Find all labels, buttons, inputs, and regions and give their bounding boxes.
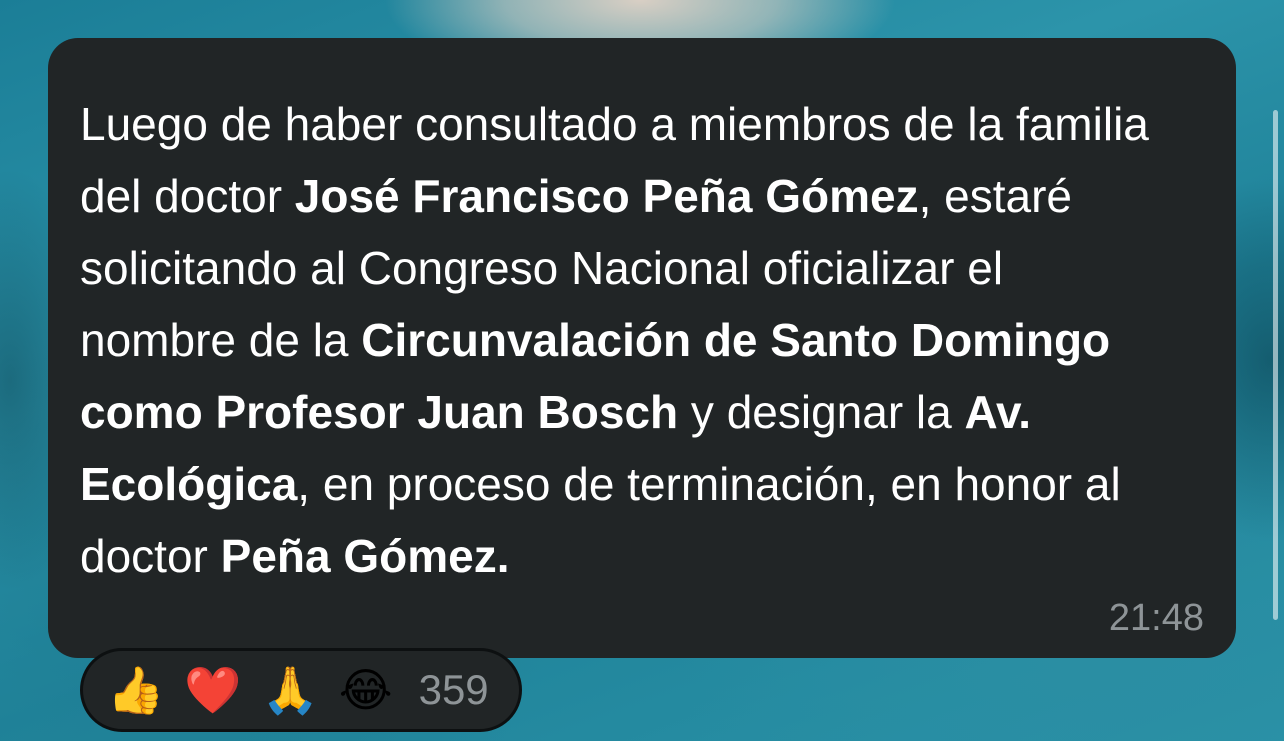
message-segment-bold: Peña Gómez. bbox=[220, 530, 510, 582]
message-segment-bold: José Francisco Peña Gómez bbox=[294, 170, 919, 222]
reaction-count: 359 bbox=[418, 666, 489, 713]
folded-hands-icon: 🙏 bbox=[261, 663, 319, 717]
message-bubble[interactable]: Luego de haber consultado a miembros de … bbox=[48, 38, 1236, 658]
reactions-bar[interactable]: 👍 ❤️ 🙏 😂 359 bbox=[80, 648, 522, 732]
red-heart-icon: ❤️ bbox=[184, 663, 242, 717]
message-timestamp: 21:48 bbox=[1108, 597, 1204, 639]
thumbs-up-icon: 👍 bbox=[107, 663, 165, 717]
message-text: Luego de haber consultado a miembros de … bbox=[80, 88, 1170, 592]
tears-of-joy-icon: 😂 bbox=[338, 663, 393, 717]
scrollbar[interactable] bbox=[1273, 110, 1278, 620]
message-segment: y designar la bbox=[678, 386, 965, 438]
